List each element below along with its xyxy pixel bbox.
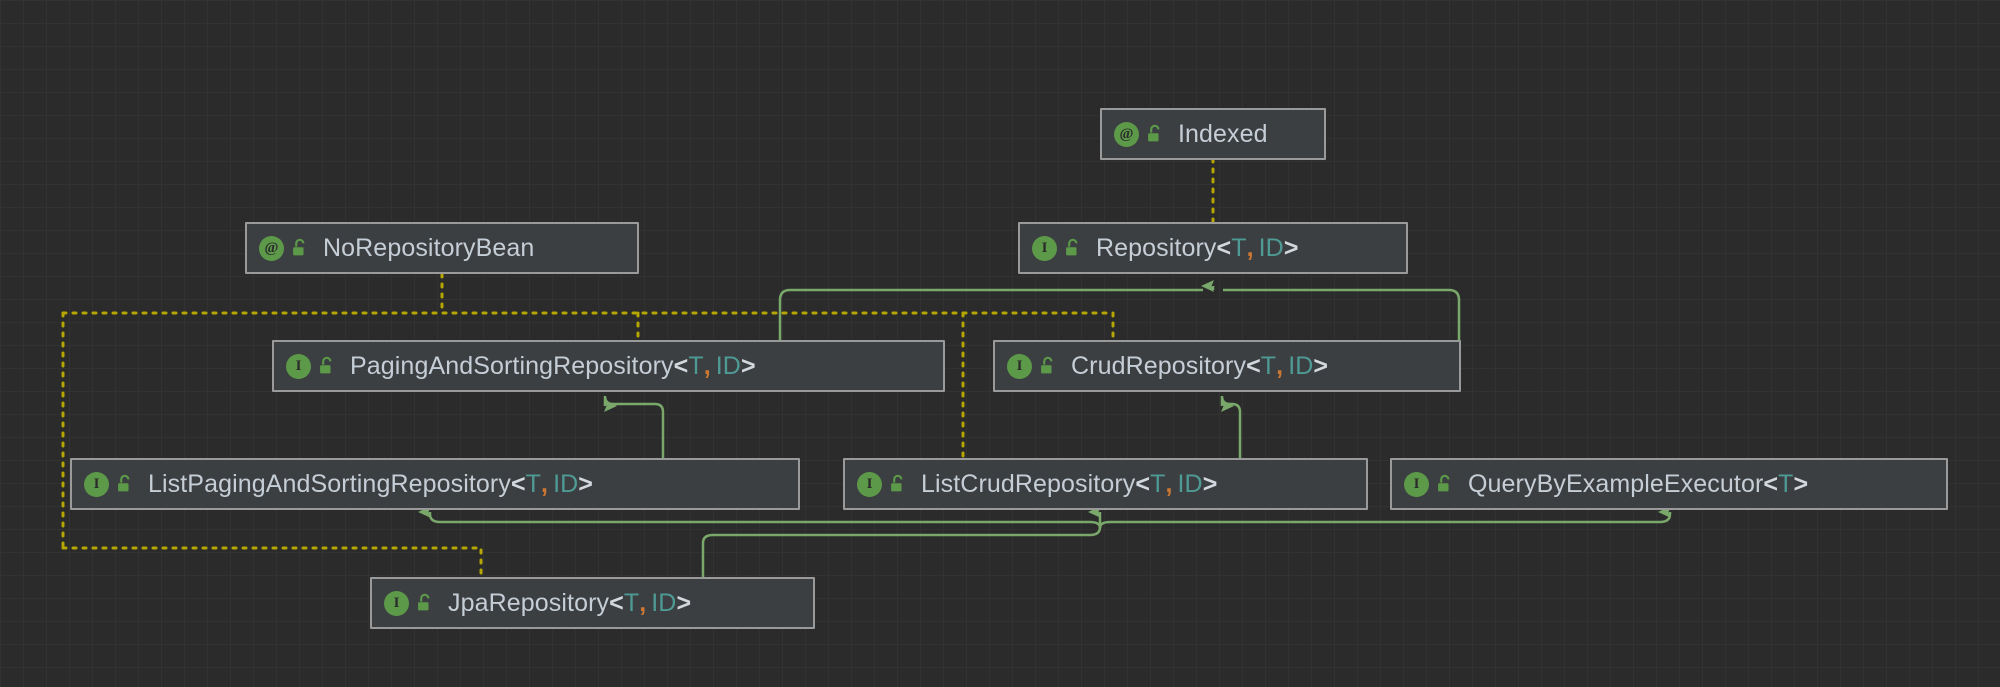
- generic-param: ID: [715, 351, 741, 380]
- node-icon-group: I: [286, 353, 336, 379]
- generic-open-bracket: <: [510, 469, 526, 498]
- generic-open-bracket: <: [1246, 351, 1261, 380]
- node-type-name: Repository: [1096, 233, 1217, 262]
- interface-badge-icon: I: [286, 353, 311, 379]
- node-type-name: Indexed: [1178, 119, 1268, 148]
- generic-separator: ,: [639, 588, 647, 617]
- node-jpa-repository[interactable]: I JpaRepository < T, ID >: [370, 577, 815, 629]
- interface-badge-icon: I: [1007, 353, 1032, 379]
- interface-badge-icon: I: [384, 590, 409, 616]
- node-label: NoRepositoryBean: [323, 234, 534, 263]
- unlock-icon: [1146, 124, 1164, 144]
- annotation-badge-icon: @: [1114, 121, 1139, 147]
- generic-close-bracket: >: [740, 351, 756, 380]
- generic-separator: ,: [1165, 469, 1173, 498]
- edge-listcrud-crud: [1220, 395, 1242, 458]
- interface-badge-icon: I: [1404, 471, 1429, 497]
- unlock-icon: [291, 238, 309, 258]
- node-type-name: PagingAndSortingRepository: [350, 351, 674, 380]
- unlock-icon: [416, 593, 434, 613]
- generic-close-bracket: >: [676, 588, 692, 617]
- generic-open-bracket: <: [609, 588, 624, 617]
- edge-jpa-trunk: [701, 526, 1102, 577]
- node-icon-group: I: [384, 590, 434, 616]
- generic-param: T: [623, 588, 640, 617]
- unlock-icon: [1039, 356, 1057, 376]
- generic-param: ID: [651, 588, 677, 617]
- generic-open-bracket: <: [1763, 469, 1779, 498]
- generic-param: ID: [1177, 469, 1203, 498]
- node-label: JpaRepository < T, ID >: [448, 589, 691, 618]
- generic-param: T: [525, 469, 542, 498]
- unlock-icon: [116, 474, 134, 494]
- node-type-name: ListPagingAndSortingRepository: [148, 469, 511, 498]
- diagram-canvas[interactable]: @ Indexed @ NoRepositoryBean I Repository < T, I…: [0, 0, 2000, 687]
- node-label: ListPagingAndSortingRepository < T, ID >: [148, 470, 593, 499]
- generic-param: T: [1778, 469, 1794, 498]
- node-crud-repository[interactable]: I CrudRepository < T, ID >: [993, 340, 1461, 392]
- edge-jpa-querybyexample: [1098, 506, 1672, 529]
- generic-param: ID: [553, 469, 579, 498]
- node-icon-group: I: [1032, 235, 1082, 261]
- node-icon-group: I: [84, 471, 134, 497]
- node-icon-group: I: [1007, 353, 1057, 379]
- generic-param: T: [1231, 233, 1247, 262]
- generic-param: T: [1260, 351, 1277, 380]
- node-paging-and-sorting-repository[interactable]: I PagingAndSortingRepository < T, ID >: [272, 340, 945, 392]
- interface-badge-icon: I: [857, 471, 882, 497]
- unlock-icon: [1436, 474, 1454, 494]
- generic-open-bracket: <: [1135, 469, 1151, 498]
- interface-badge-icon: I: [84, 471, 109, 497]
- node-type-name: JpaRepository: [448, 588, 610, 617]
- node-label: Repository < T, ID >: [1096, 234, 1299, 263]
- node-type-name: CrudRepository: [1071, 351, 1247, 380]
- generic-param: T: [688, 351, 704, 380]
- generic-close-bracket: >: [1283, 233, 1299, 262]
- node-icon-group: I: [1404, 471, 1454, 497]
- generic-close-bracket: >: [1313, 351, 1329, 380]
- node-repository[interactable]: I Repository < T, ID >: [1018, 222, 1408, 274]
- node-indexed[interactable]: @ Indexed: [1100, 108, 1326, 160]
- node-type-name: QueryByExampleExecutor: [1468, 469, 1764, 498]
- generic-param: ID: [1258, 233, 1284, 262]
- node-label: Indexed: [1178, 120, 1268, 149]
- edge-jpa-listpagingandsorting: [418, 506, 1102, 529]
- node-list-paging-and-sorting-repository[interactable]: I ListPagingAndSortingRepository < T, ID >: [70, 458, 800, 510]
- edge-crud-repository: [1223, 288, 1461, 340]
- edge-pagingandsorting-repository: [778, 288, 1203, 340]
- node-list-crud-repository[interactable]: I ListCrudRepository < T, ID >: [843, 458, 1368, 510]
- generic-open-bracket: <: [673, 351, 689, 380]
- node-label: PagingAndSortingRepository < T, ID >: [350, 352, 756, 381]
- generic-separator: ,: [541, 469, 549, 498]
- node-icon-group: I: [857, 471, 907, 497]
- interface-badge-icon: I: [1032, 235, 1057, 261]
- node-no-repository-bean[interactable]: @ NoRepositoryBean: [245, 222, 639, 274]
- edge-listpagingandsorting-pagingandsorting: [603, 395, 665, 458]
- node-query-by-example-executor[interactable]: I QueryByExampleExecutor < T >: [1390, 458, 1948, 510]
- node-label: ListCrudRepository < T, ID >: [921, 470, 1217, 499]
- unlock-icon: [1064, 238, 1082, 258]
- node-label: QueryByExampleExecutor < T >: [1468, 470, 1808, 499]
- node-type-name: NoRepositoryBean: [323, 233, 535, 262]
- unlock-icon: [889, 474, 907, 494]
- edge-group-bottom-side: [61, 546, 483, 579]
- node-label: CrudRepository < T, ID >: [1071, 352, 1328, 381]
- node-icon-group: @: [1114, 121, 1164, 147]
- generic-separator: ,: [1276, 351, 1284, 380]
- node-icon-group: @: [259, 235, 309, 261]
- generic-param: ID: [1288, 351, 1314, 380]
- generic-separator: ,: [703, 351, 711, 380]
- node-type-name: ListCrudRepository: [921, 469, 1136, 498]
- generic-separator: ,: [1246, 233, 1254, 262]
- unlock-icon: [318, 356, 336, 376]
- generic-open-bracket: <: [1216, 233, 1232, 262]
- generic-close-bracket: >: [578, 469, 593, 498]
- generic-close-bracket: >: [1202, 469, 1218, 498]
- annotation-badge-icon: @: [259, 235, 284, 261]
- generic-close-bracket: >: [1793, 469, 1809, 498]
- generic-param: T: [1150, 469, 1166, 498]
